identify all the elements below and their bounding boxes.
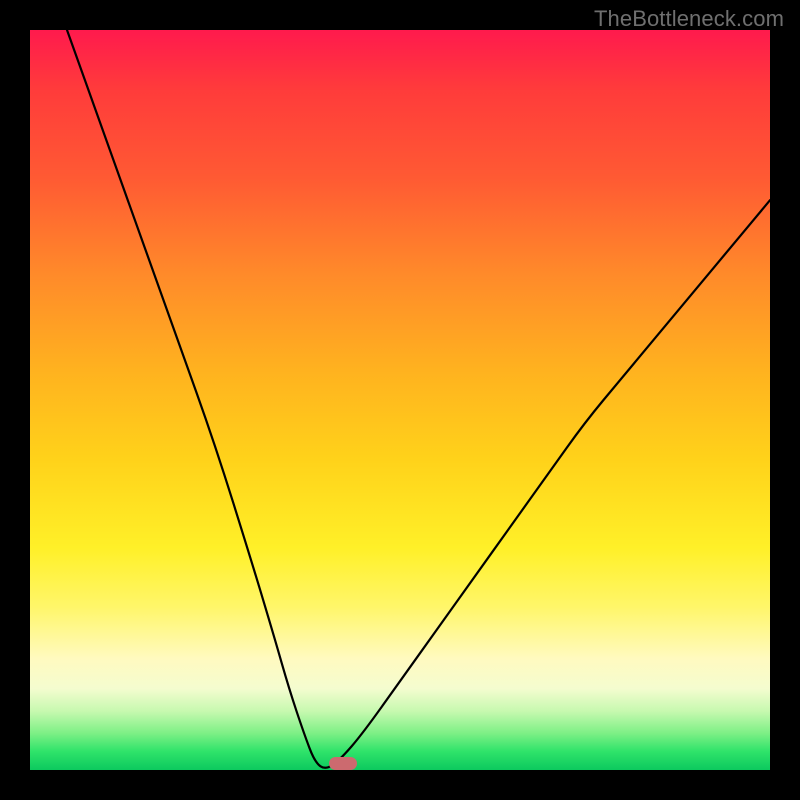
chart-frame: TheBottleneck.com xyxy=(0,0,800,800)
minimum-marker xyxy=(329,757,357,770)
curve-path xyxy=(67,30,770,768)
bottleneck-curve xyxy=(30,30,770,770)
plot-area xyxy=(30,30,770,770)
watermark-text: TheBottleneck.com xyxy=(594,6,784,32)
